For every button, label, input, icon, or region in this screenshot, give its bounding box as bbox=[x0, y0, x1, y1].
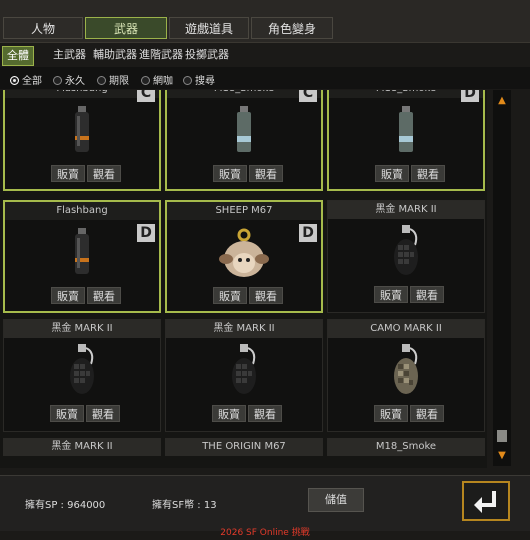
view-button[interactable]: 觀看 bbox=[249, 165, 283, 182]
item-card[interactable]: M18_Smoke D 販賣觀看 bbox=[327, 90, 485, 191]
radio-icon bbox=[141, 76, 150, 85]
tab-weapons[interactable]: 武器 bbox=[85, 17, 167, 39]
filter-period[interactable]: 期限 bbox=[97, 72, 129, 87]
item-name[interactable]: M18_Smoke bbox=[327, 438, 485, 456]
flashbang-grenade-icon bbox=[5, 224, 159, 282]
view-button[interactable]: 觀看 bbox=[87, 287, 121, 304]
charge-button[interactable]: 儲值 bbox=[308, 488, 364, 512]
tab-game-items[interactable]: 遊戲道具 bbox=[169, 17, 249, 39]
bottom-bar: 擁有SP : 964000 擁有SF幣 : 13 儲值 bbox=[0, 475, 530, 531]
flashbang-grenade-icon bbox=[5, 102, 159, 160]
sell-button[interactable]: 販賣 bbox=[374, 286, 408, 303]
item-card[interactable]: 黑金 MARK II 販賣 觀看 bbox=[3, 319, 161, 432]
item-name: CAMO MARK II bbox=[328, 320, 484, 338]
item-name: M18_Smoke bbox=[329, 90, 483, 98]
item-name: Flashbang bbox=[5, 202, 159, 220]
radio-icon bbox=[183, 76, 192, 85]
item-card[interactable]: Flashbang D 販賣 觀看 bbox=[3, 200, 161, 313]
filter-permanent[interactable]: 永久 bbox=[53, 72, 85, 87]
subtab-throwable[interactable]: 投擲武器 bbox=[185, 46, 229, 64]
scrollbar[interactable]: ▲ ▼ bbox=[493, 90, 511, 466]
frag-grenade-icon bbox=[4, 342, 160, 400]
item-name: 黑金 MARK II bbox=[4, 320, 160, 338]
tab-character[interactable]: 人物 bbox=[3, 17, 83, 39]
item-name[interactable]: 黑金 MARK II bbox=[3, 438, 161, 456]
scrollbar-thumb[interactable] bbox=[497, 430, 507, 442]
view-button[interactable]: 觀看 bbox=[86, 405, 120, 422]
top-tab-bar: 人物 武器 遊戲道具 角色變身 bbox=[0, 0, 530, 43]
sp-balance: 擁有SP : 964000 bbox=[25, 500, 106, 511]
radio-icon bbox=[97, 76, 106, 85]
sell-button[interactable]: 販賣 bbox=[374, 405, 408, 422]
sell-button[interactable]: 販賣 bbox=[213, 287, 247, 304]
item-card[interactable]: 黑金 MARK II 販賣 觀看 bbox=[165, 319, 323, 432]
view-button[interactable]: 觀看 bbox=[249, 287, 283, 304]
filter-search[interactable]: 搜尋 bbox=[183, 72, 215, 87]
filter-netcafe[interactable]: 網咖 bbox=[141, 72, 173, 87]
sell-button[interactable]: 販賣 bbox=[51, 287, 85, 304]
footer-text: 2026 SF Online 挑戰 bbox=[220, 528, 310, 538]
subtab-primary[interactable]: 主武器 bbox=[53, 46, 86, 64]
sell-button[interactable]: 販賣 bbox=[375, 165, 409, 182]
grade-badge: C bbox=[137, 90, 155, 102]
item-card[interactable]: Flashbang C 販賣觀看 bbox=[3, 90, 161, 191]
sell-button[interactable]: 販賣 bbox=[51, 165, 85, 182]
view-button[interactable]: 觀看 bbox=[410, 286, 444, 303]
back-button[interactable] bbox=[462, 481, 510, 521]
subtab-all[interactable]: 全體 bbox=[2, 46, 34, 66]
view-button[interactable]: 觀看 bbox=[410, 405, 444, 422]
grade-badge: C bbox=[299, 90, 317, 102]
item-grid: Flashbang C 販賣觀看 M18_Smoke C 販賣觀看 M18_Sm… bbox=[0, 90, 487, 468]
filter-bar: 全部 永久 期限 網咖 搜尋 bbox=[0, 67, 530, 89]
radio-icon bbox=[53, 76, 62, 85]
filter-all[interactable]: 全部 bbox=[10, 72, 42, 87]
item-name: 黑金 MARK II bbox=[166, 320, 322, 338]
return-arrow-icon bbox=[474, 491, 496, 513]
sell-button[interactable]: 販賣 bbox=[50, 405, 84, 422]
item-card[interactable]: M18_Smoke C 販賣觀看 bbox=[165, 90, 323, 191]
item-name: Flashbang bbox=[5, 90, 159, 98]
frag-grenade-icon bbox=[166, 342, 322, 400]
item-name: SHEEP M67 bbox=[167, 202, 321, 220]
tab-character-transform[interactable]: 角色變身 bbox=[251, 17, 333, 39]
sf-balance: 擁有SF幣 : 13 bbox=[152, 500, 217, 511]
triangle-down-icon[interactable]: ▼ bbox=[496, 451, 508, 461]
smoke-grenade-icon bbox=[167, 102, 321, 160]
smoke-grenade-icon bbox=[329, 102, 483, 160]
item-card[interactable]: 黑金 MARK II 販賣 觀看 bbox=[327, 200, 485, 313]
sell-button[interactable]: 販賣 bbox=[213, 165, 247, 182]
camo-grenade-icon bbox=[328, 342, 484, 400]
sub-tab-bar: 全體 主武器 輔助武器 進階武器 投擲武器 bbox=[0, 44, 530, 66]
view-button[interactable]: 觀看 bbox=[248, 405, 282, 422]
view-button[interactable]: 觀看 bbox=[87, 165, 121, 182]
item-card[interactable]: CAMO MARK II 販賣 觀看 bbox=[327, 319, 485, 432]
radio-icon bbox=[10, 76, 19, 85]
item-name: M18_Smoke bbox=[167, 90, 321, 98]
view-button[interactable]: 觀看 bbox=[411, 165, 445, 182]
subtab-advanced[interactable]: 進階武器 bbox=[139, 46, 183, 64]
sheep-grenade-icon bbox=[167, 224, 321, 282]
grade-badge: D bbox=[461, 90, 479, 102]
sell-button[interactable]: 販賣 bbox=[212, 405, 246, 422]
frag-grenade-icon bbox=[328, 223, 484, 281]
subtab-secondary[interactable]: 輔助武器 bbox=[93, 46, 137, 64]
item-name: 黑金 MARK II bbox=[328, 201, 484, 219]
triangle-up-icon[interactable]: ▲ bbox=[496, 96, 508, 106]
item-card[interactable]: SHEEP M67 D 販賣 觀看 bbox=[165, 200, 323, 313]
item-name[interactable]: THE ORIGIN M67 bbox=[165, 438, 323, 456]
